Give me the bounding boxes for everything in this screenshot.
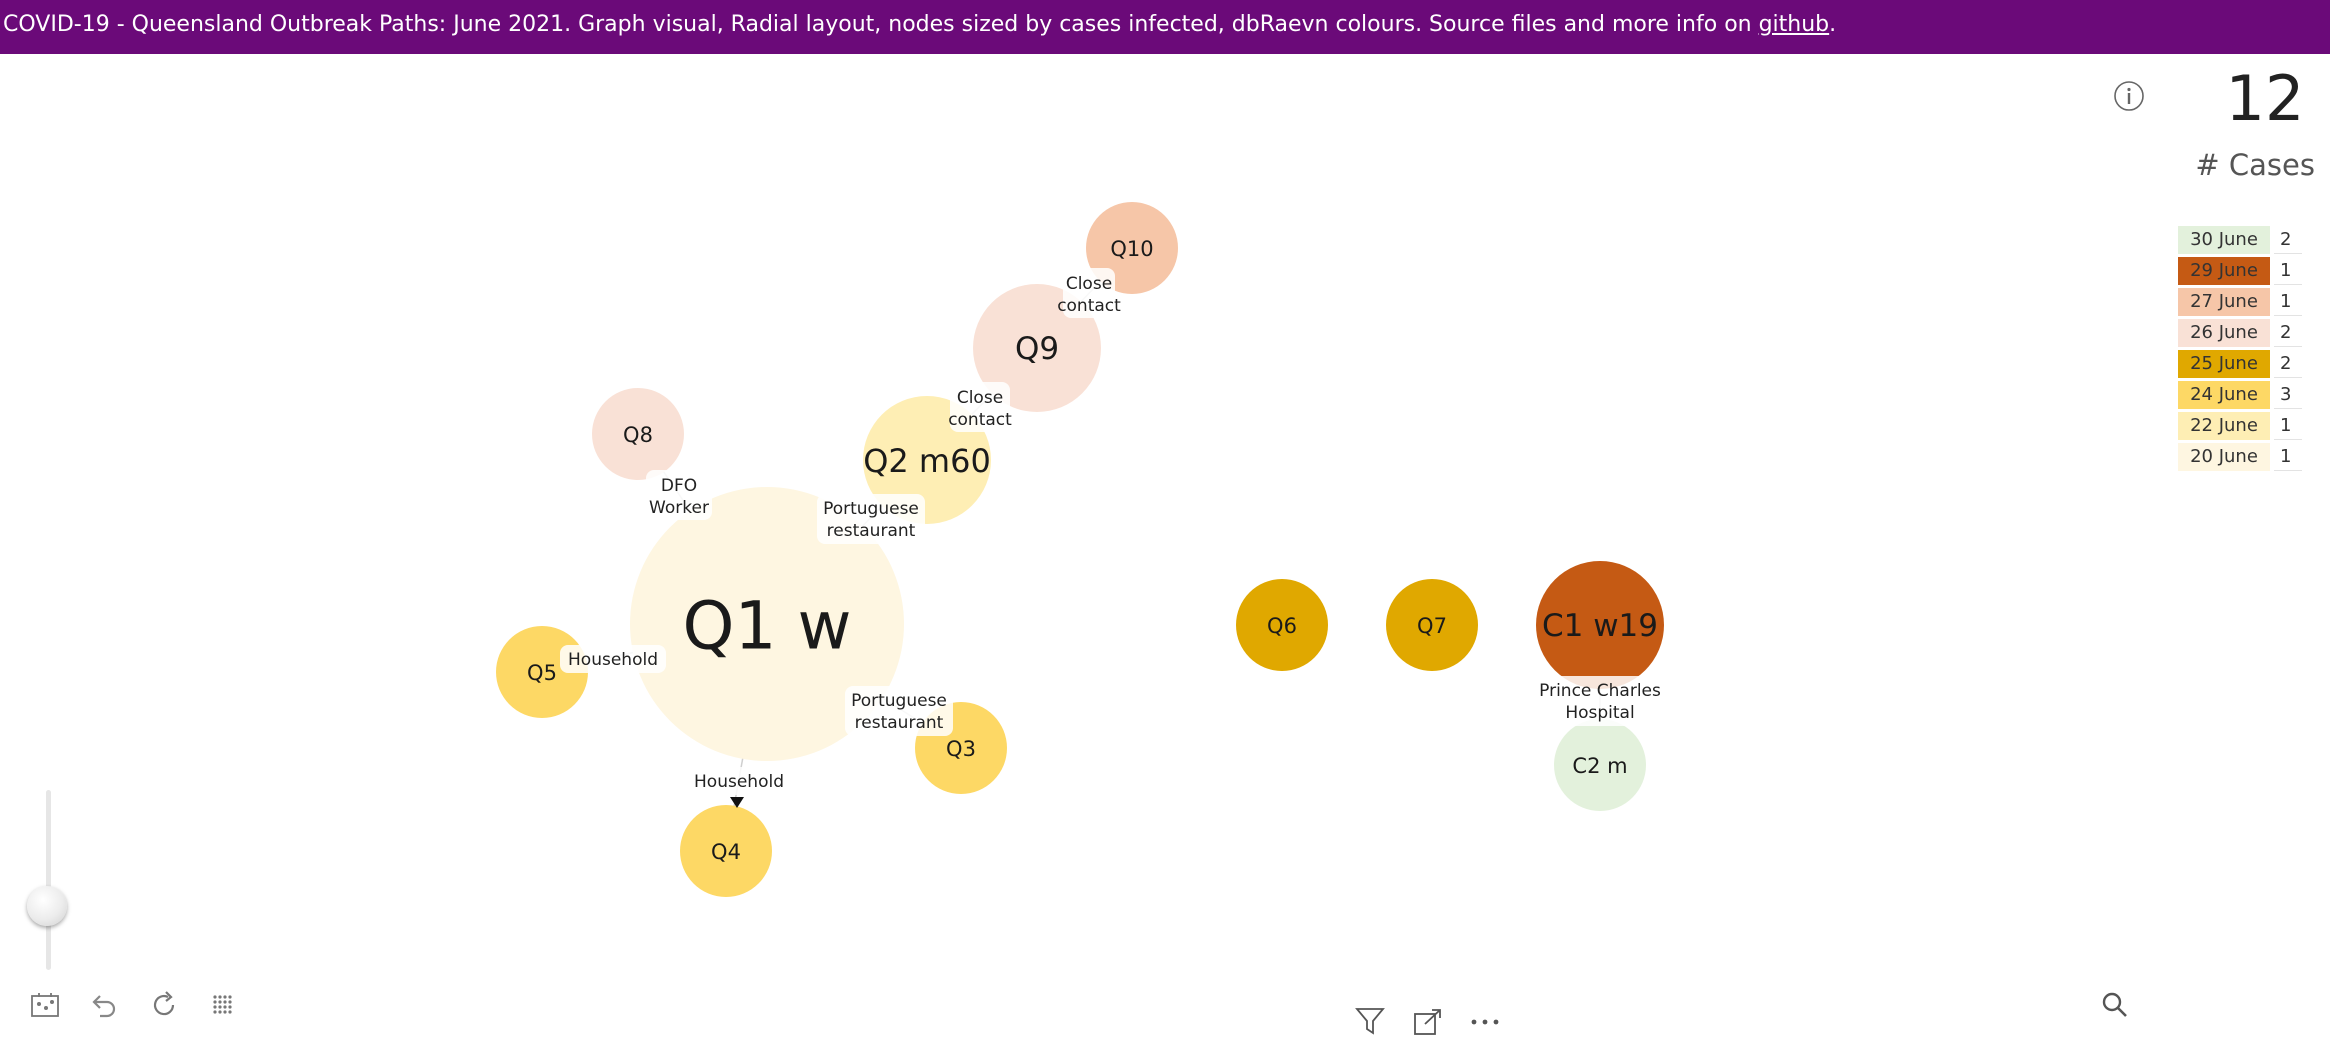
node-q1-label: Q1 w <box>683 588 852 665</box>
legend-date: 27 June <box>2178 287 2270 316</box>
edge-label-q9-q2-line1: Close <box>957 388 1003 408</box>
date-legend-table: 30 June 2 29 June 1 27 June 1 26 June 2 25 J… <box>2178 224 2302 472</box>
edge-label-q8-q1-line2: Worker <box>649 498 709 518</box>
legend-date: 20 June <box>2178 442 2270 471</box>
node-q4-label: Q4 <box>711 840 741 864</box>
legend-count: 2 <box>2274 350 2302 378</box>
node-q5-label: Q5 <box>527 661 557 685</box>
edge-label-q9-q2-line2: contact <box>948 410 1012 430</box>
legend-count: 1 <box>2274 257 2302 285</box>
outbreak-graph[interactable]: Q1 w Q2 m60 Q9 Q10 Q8 Q5 Q3 Q4 Q6 Q7 C1 … <box>0 0 2330 1036</box>
legend-date: 26 June <box>2178 318 2270 347</box>
legend-row: 29 June 1 <box>2178 255 2302 286</box>
legend-count: 2 <box>2274 319 2302 347</box>
edge-label-q10-q9-line2: contact <box>1057 296 1121 316</box>
legend-row: 30 June 2 <box>2178 224 2302 255</box>
edge-label-q2-q1-line2: restaurant <box>827 521 916 541</box>
edge-label-q4-q1: Household <box>688 767 790 808</box>
more-options-icon[interactable] <box>1468 1012 1502 1032</box>
info-icon[interactable] <box>2113 80 2145 112</box>
legend-count: 1 <box>2274 288 2302 316</box>
legend-count: 1 <box>2274 443 2302 471</box>
edge-label-q3-q1-line2: restaurant <box>855 713 944 733</box>
node-q3-label: Q3 <box>946 737 976 761</box>
graph-settings-icon[interactable] <box>28 988 62 1022</box>
grid-icon[interactable] <box>206 988 240 1022</box>
legend-date: 22 June <box>2178 411 2270 440</box>
legend-row: 24 June 3 <box>2178 379 2302 410</box>
node-q7[interactable]: Q7 <box>1386 579 1478 671</box>
legend-row: 25 June 2 <box>2178 348 2302 379</box>
edge-label-q4-q1-line1: Household <box>694 772 784 792</box>
node-q7-label: Q7 <box>1417 614 1447 638</box>
edge-label-q2-q1-line1: Portuguese <box>823 499 919 519</box>
zoom-slider-thumb[interactable] <box>27 886 67 926</box>
edge-label-q10-q9-line1: Close <box>1066 274 1112 294</box>
node-q8-label: Q8 <box>623 423 653 447</box>
legend-row: 20 June 1 <box>2178 441 2302 472</box>
node-q10-label: Q10 <box>1110 237 1153 261</box>
edge-label-q3-q1: Portuguese restaurant <box>845 686 953 736</box>
node-q4[interactable]: Q4 <box>680 805 772 897</box>
edge-label-q10-q9: Close contact <box>1057 268 1121 318</box>
legend-count: 1 <box>2274 412 2302 440</box>
zoom-slider-track[interactable] <box>46 790 51 970</box>
case-count-label: # Cases <box>2195 148 2315 182</box>
filter-icon[interactable] <box>1354 1006 1386 1036</box>
focus-mode-icon[interactable] <box>1412 1008 1444 1036</box>
node-c1[interactable]: C1 w19 <box>1536 561 1664 689</box>
case-count-value: 12 <box>2225 62 2305 135</box>
edge-label-c1-c2: Prince Charles Hospital <box>1536 676 1664 726</box>
edge-label-q5-q1-line1: Household <box>568 650 658 670</box>
legend-date: 30 June <box>2178 225 2270 254</box>
legend-date: 25 June <box>2178 349 2270 378</box>
node-q6-label: Q6 <box>1267 614 1297 638</box>
legend-date: 29 June <box>2178 256 2270 285</box>
node-c1-label: C1 w19 <box>1542 608 1658 644</box>
edge-label-c1-c2-line2: Hospital <box>1565 703 1634 723</box>
legend-count: 2 <box>2274 226 2302 254</box>
legend-row: 27 June 1 <box>2178 286 2302 317</box>
node-q2-label: Q2 m60 <box>863 442 991 480</box>
node-c2[interactable]: C2 m <box>1554 719 1646 811</box>
edge-label-q5-q1: Household <box>560 645 666 673</box>
undo-icon[interactable] <box>86 988 120 1022</box>
node-q9-label: Q9 <box>1015 331 1059 367</box>
edge-label-c1-c2-line1: Prince Charles <box>1539 681 1661 701</box>
edge-label-q9-q2: Close contact <box>948 382 1012 432</box>
legend-date: 24 June <box>2178 380 2270 409</box>
edge-label-q2-q1: Portuguese restaurant <box>817 494 925 544</box>
node-q6[interactable]: Q6 <box>1236 579 1328 671</box>
node-c2-label: C2 m <box>1572 754 1627 778</box>
refresh-icon[interactable] <box>147 988 181 1022</box>
legend-row: 26 June 2 <box>2178 317 2302 348</box>
legend-count: 3 <box>2274 381 2302 409</box>
legend-row: 22 June 1 <box>2178 410 2302 441</box>
node-q8[interactable]: Q8 <box>592 388 684 480</box>
search-icon[interactable] <box>2098 988 2132 1022</box>
edge-label-q8-q1-line1: DFO <box>661 476 697 496</box>
edge-label-q3-q1-line1: Portuguese <box>851 691 947 711</box>
edge-label-q8-q1: DFO Worker <box>646 470 712 520</box>
